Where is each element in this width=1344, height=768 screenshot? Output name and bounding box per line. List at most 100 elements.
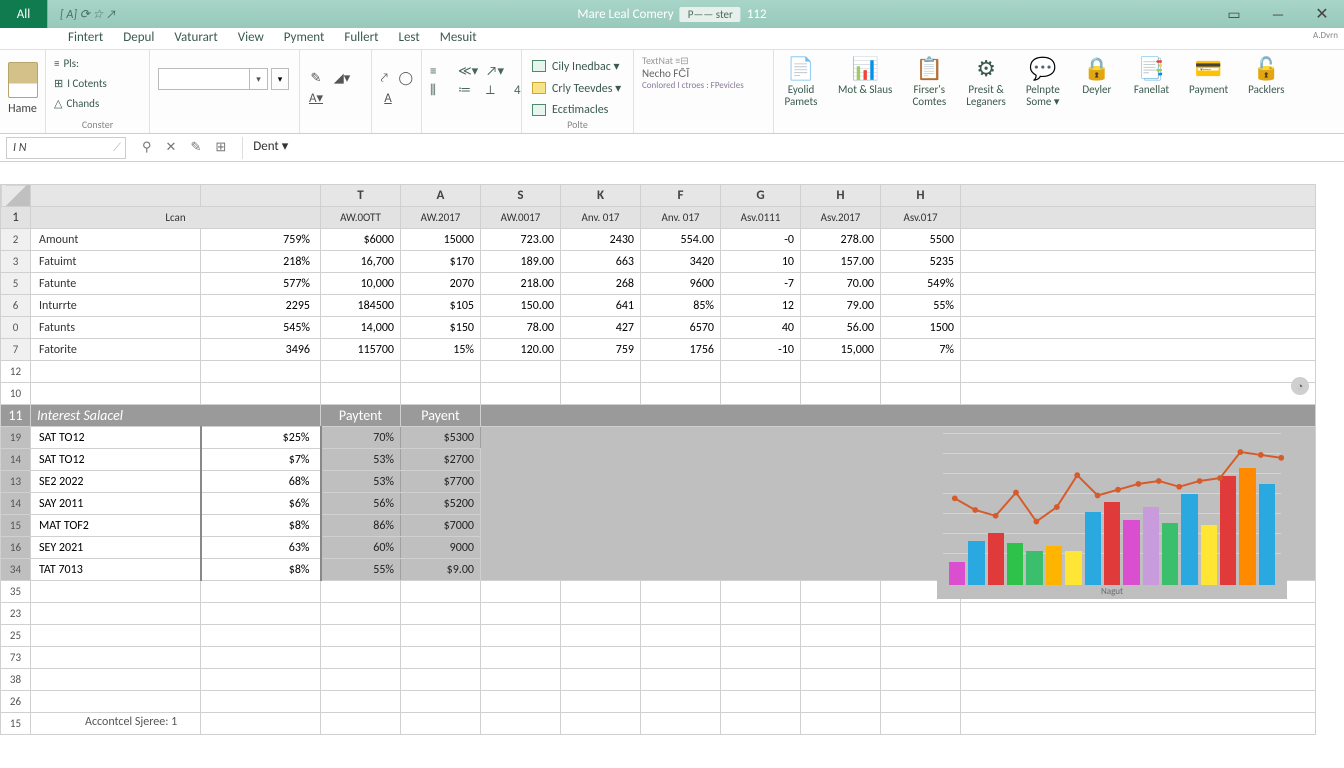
cell[interactable]: 7% [881, 339, 961, 361]
cell[interactable] [561, 383, 641, 405]
cell[interactable] [961, 273, 1316, 295]
cell[interactable] [881, 625, 961, 647]
cell[interactable] [961, 713, 1316, 735]
cell[interactable]: Paytent [321, 405, 401, 427]
cell[interactable] [401, 647, 481, 669]
cell[interactable] [481, 603, 561, 625]
cell[interactable]: $105 [401, 295, 481, 317]
cell[interactable]: 5 [1, 273, 31, 295]
cell[interactable] [561, 625, 641, 647]
cell[interactable] [961, 383, 1316, 405]
cell[interactable]: 120.00 [481, 339, 561, 361]
cell[interactable]: 55% [881, 295, 961, 317]
ribbon-group[interactable]: 📊Mot & Slaus [828, 50, 902, 133]
cell[interactable]: $7700 [401, 471, 481, 493]
cell[interactable]: 3 [1, 251, 31, 273]
menu-tab[interactable]: Lest [398, 30, 419, 49]
cell[interactable] [721, 361, 801, 383]
embedded-chart[interactable]: Nagut [937, 427, 1287, 599]
menu-tab[interactable]: Pyment [284, 30, 325, 49]
underline-a-icon[interactable]: A [380, 90, 396, 106]
cell[interactable]: 545% [201, 317, 321, 339]
cell[interactable] [201, 625, 321, 647]
font-selector[interactable]: ▾ [158, 68, 268, 90]
cell[interactable]: -0 [721, 229, 801, 251]
cell[interactable]: 63% [201, 537, 321, 559]
cell[interactable] [321, 361, 401, 383]
cell[interactable] [31, 691, 201, 713]
cell[interactable] [201, 581, 321, 603]
cell[interactable] [961, 185, 1316, 207]
cell[interactable] [561, 361, 641, 383]
cell[interactable]: 78.00 [481, 317, 561, 339]
cell[interactable]: 5500 [881, 229, 961, 251]
cell[interactable]: H [881, 185, 961, 207]
cell[interactable]: 56% [321, 493, 401, 515]
cell[interactable]: 15 [1, 713, 31, 735]
cell[interactable] [401, 669, 481, 691]
cell[interactable]: 2 [1, 229, 31, 251]
cancel-icon[interactable]: ✕ [166, 140, 177, 155]
cell[interactable]: 3420 [641, 251, 721, 273]
person-icon[interactable]: ⚲ [142, 140, 152, 155]
cell[interactable] [801, 383, 881, 405]
ribbon-group[interactable]: 📋Firser'sComtes [902, 50, 956, 133]
cell[interactable]: SAY 2011 [31, 493, 201, 515]
cell[interactable]: Inturrte [31, 295, 201, 317]
cell[interactable] [31, 647, 201, 669]
cell[interactable]: 53% [321, 471, 401, 493]
cell[interactable]: 86% [321, 515, 401, 537]
cell[interactable] [961, 295, 1316, 317]
cell[interactable] [961, 603, 1316, 625]
cell[interactable] [881, 669, 961, 691]
cell[interactable]: 10,000 [321, 273, 401, 295]
cell[interactable]: 53% [321, 449, 401, 471]
menu-tab[interactable]: Vaturart [174, 30, 217, 49]
grid-icon[interactable]: ⊞ [215, 140, 226, 155]
cell[interactable]: 2430 [561, 229, 641, 251]
cell[interactable]: AW.0017 [481, 207, 561, 229]
cell[interactable]: 11 [1, 405, 31, 427]
cell[interactable] [881, 647, 961, 669]
cell[interactable] [401, 691, 481, 713]
cell[interactable]: SEY 2021 [31, 537, 201, 559]
cell[interactable]: 268 [561, 273, 641, 295]
cell[interactable]: 759 [561, 339, 641, 361]
cell[interactable]: Asv.2017 [801, 207, 881, 229]
cell[interactable]: Fatunte [31, 273, 201, 295]
ribbon-group[interactable]: 🔒Deyler [1070, 50, 1124, 133]
erase-icon[interactable]: ◯ [398, 70, 413, 86]
cell[interactable]: 218.00 [481, 273, 561, 295]
cell[interactable]: Lcan [31, 207, 321, 229]
cell[interactable]: MAT TOF2 [31, 515, 201, 537]
cell[interactable]: $170 [401, 251, 481, 273]
cell[interactable]: SAT TO12 [31, 449, 201, 471]
cell[interactable]: 7 [1, 339, 31, 361]
cell[interactable] [721, 713, 801, 735]
cell[interactable]: K [561, 185, 641, 207]
cell[interactable] [801, 361, 881, 383]
cell[interactable] [481, 581, 561, 603]
cell[interactable] [961, 647, 1316, 669]
cell[interactable]: Interest Salacel [31, 405, 321, 427]
brush-icon[interactable]: ✎ [308, 70, 324, 86]
cell[interactable] [401, 603, 481, 625]
cell[interactable] [481, 625, 561, 647]
cell[interactable]: SE2 2022 [31, 471, 201, 493]
cell[interactable] [481, 647, 561, 669]
cell[interactable]: $8% [201, 515, 321, 537]
cell[interactable]: -7 [721, 273, 801, 295]
cell[interactable]: 38 [1, 669, 31, 691]
cell[interactable]: 55% [321, 559, 401, 581]
cell[interactable] [641, 361, 721, 383]
cell[interactable]: 14,000 [321, 317, 401, 339]
cell[interactable]: 218% [201, 251, 321, 273]
cell[interactable] [201, 603, 321, 625]
cell[interactable]: $7% [201, 449, 321, 471]
cell[interactable]: 9000 [401, 537, 481, 559]
ribbon-group[interactable]: 🔓Packlers [1238, 50, 1294, 133]
cell[interactable] [481, 691, 561, 713]
window-restore-icon[interactable]: ▭ [1212, 0, 1256, 28]
cell[interactable]: $2700 [401, 449, 481, 471]
cell[interactable]: 70% [321, 427, 401, 449]
